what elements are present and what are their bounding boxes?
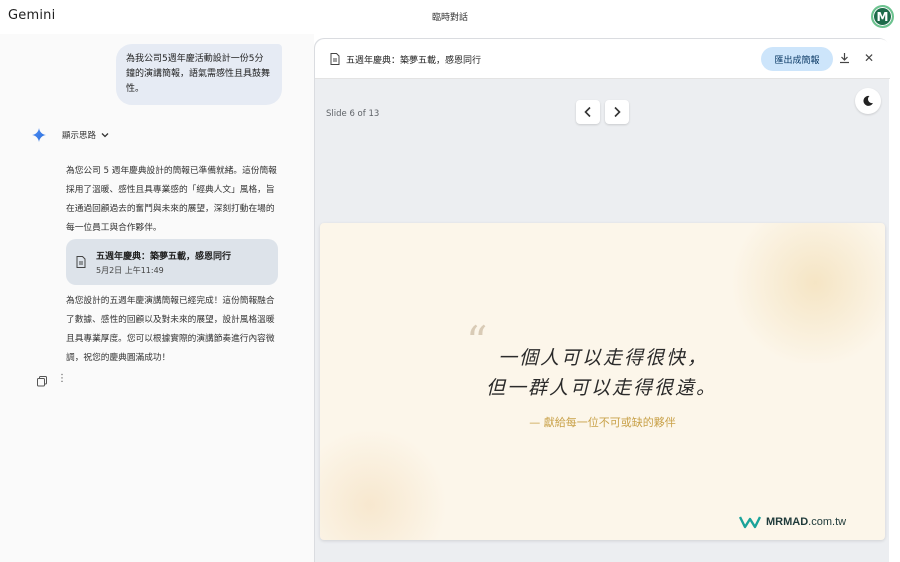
previous-slide-button[interactable] bbox=[576, 100, 600, 124]
export-to-slides-button[interactable]: 匯出成簡報 bbox=[761, 47, 833, 71]
document-card[interactable]: 五週年慶典：築夢五載，感恩同行 5月2日 上午11:49 bbox=[66, 239, 278, 285]
more-vert-icon[interactable]: ⋮ bbox=[57, 374, 67, 384]
close-icon[interactable]: ✕ bbox=[864, 51, 874, 65]
slide-preview: “ 一個人可以走得很快， 但一群人可以走得很遠。 — 獻給每一位不可或缺的夥伴 … bbox=[320, 223, 885, 540]
canvas-pane: 五週年慶典：築夢五載，感恩同行 匯出成簡報 ✕ Slide 6 of 13 “ … bbox=[314, 38, 890, 562]
chevron-right-icon bbox=[614, 106, 621, 118]
document-icon bbox=[76, 256, 86, 268]
document-card-date: 5月2日 上午11:49 bbox=[96, 266, 164, 275]
next-slide-button[interactable] bbox=[605, 100, 629, 124]
chevron-down-icon bbox=[101, 133, 109, 138]
show-thoughts-label: 顯示思路 bbox=[62, 131, 97, 141]
canvas-header: 五週年慶典：築夢五載，感恩同行 匯出成簡報 ✕ bbox=[315, 39, 890, 79]
document-icon bbox=[330, 53, 340, 65]
canvas-title: 五週年慶典：築夢五載，感恩同行 bbox=[346, 56, 482, 66]
chevron-left-icon bbox=[584, 106, 591, 118]
quote-mark: “ bbox=[466, 317, 488, 366]
slide-counter: Slide 6 of 13 bbox=[326, 109, 380, 119]
show-thoughts-toggle[interactable]: 顯示思路 bbox=[62, 129, 110, 141]
chat-title: 臨時對話 bbox=[431, 13, 468, 23]
slide-glow-decoration bbox=[320, 430, 450, 540]
slide-quote-line-2: 但一群人可以走得很遠。 bbox=[486, 377, 718, 399]
response-intro: 為您公司 5 週年慶典設計的簡報已準備就緒。這份簡報採用了溫暖、感性且具專業感的… bbox=[66, 166, 277, 233]
response-outro: 為您設計的五週年慶演講簡報已經完成！這份簡報融合了數據、感性的回顧以及對未來的展… bbox=[66, 296, 275, 363]
app-title[interactable]: Gemini bbox=[8, 8, 55, 23]
watermark-domain: .com.tw bbox=[808, 516, 847, 528]
dark-mode-toggle[interactable] bbox=[855, 88, 881, 114]
watermark-brand: MRMAD bbox=[766, 516, 809, 528]
gemini-spark-icon bbox=[32, 128, 46, 142]
user-prompt-bubble: 為我公司5週年慶活動設計一份5分鐘的演講簡報，語氣需感性且具鼓舞性。 bbox=[116, 44, 282, 105]
mrmad-logo-icon bbox=[739, 516, 761, 529]
watermark-text: MRMAD.com.tw bbox=[766, 516, 846, 528]
slide-glow-decoration bbox=[725, 223, 885, 363]
copy-icon[interactable] bbox=[37, 376, 47, 387]
avatar[interactable]: M bbox=[871, 5, 894, 28]
download-icon[interactable] bbox=[839, 52, 850, 64]
watermark: MRMAD.com.tw bbox=[739, 515, 846, 529]
document-card-title: 五週年慶典：築夢五載，感恩同行 bbox=[96, 252, 232, 262]
chat-pane: 為我公司5週年慶活動設計一份5分鐘的演講簡報，語氣需感性且具鼓舞性。 顯示思路 … bbox=[0, 34, 314, 562]
slide-quote-line-1: 一個人可以走得很快， bbox=[498, 347, 709, 369]
slide-dedication: — 獻給每一位不可或缺的夥伴 bbox=[529, 416, 676, 429]
moon-icon bbox=[863, 95, 873, 106]
